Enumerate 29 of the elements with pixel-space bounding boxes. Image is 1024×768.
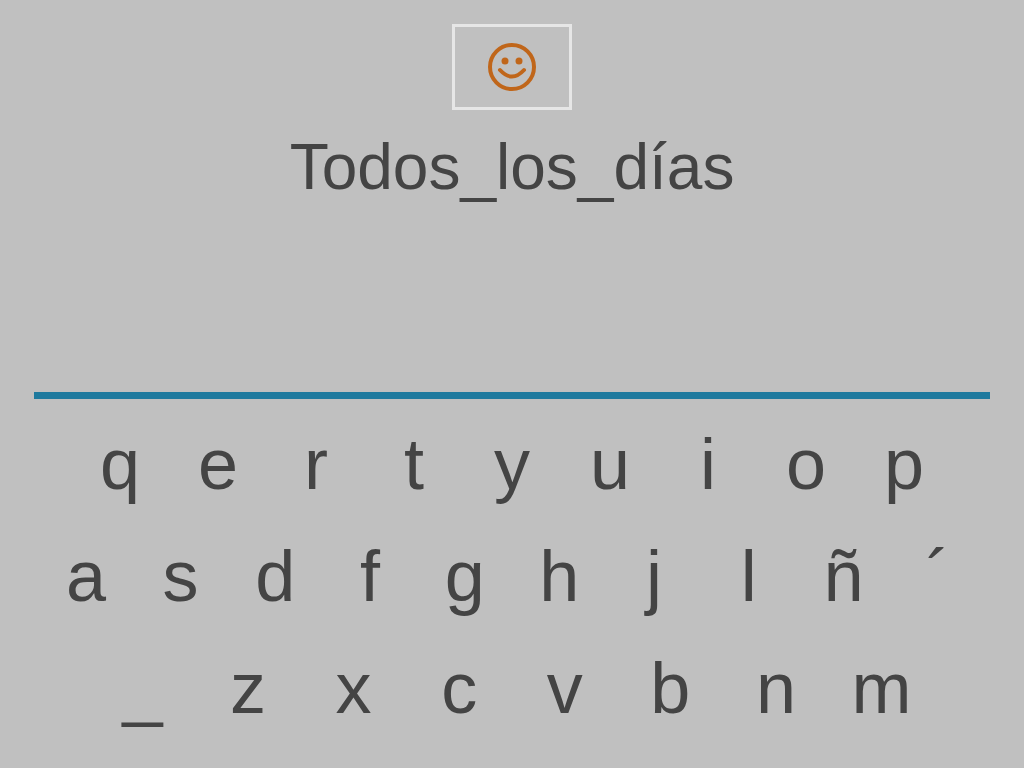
letter-key[interactable]: m bbox=[828, 638, 935, 738]
letter-key[interactable]: e bbox=[169, 414, 267, 514]
letter-key[interactable]: a bbox=[38, 526, 134, 626]
letter-key[interactable]: z bbox=[195, 638, 301, 738]
letter-key[interactable]: s bbox=[133, 526, 228, 626]
letter-key[interactable]: d bbox=[227, 526, 323, 626]
smiley-icon bbox=[486, 41, 538, 93]
letter-key[interactable]: q bbox=[71, 414, 169, 514]
letter-key[interactable]: p bbox=[855, 414, 953, 514]
letter-key[interactable]: r bbox=[267, 414, 365, 514]
letter-key[interactable]: o bbox=[757, 414, 855, 514]
letter-key[interactable]: i bbox=[659, 414, 757, 514]
letter-key[interactable]: t bbox=[365, 414, 463, 514]
letter-key[interactable]: f bbox=[322, 526, 418, 626]
letter-key[interactable]: _ bbox=[89, 638, 196, 738]
letter-key[interactable]: h bbox=[512, 526, 607, 626]
letter-key[interactable]: y bbox=[463, 414, 561, 514]
letter-key[interactable]: c bbox=[406, 638, 512, 738]
word-text: Todos_los_días bbox=[289, 132, 735, 202]
letter-key[interactable]: b bbox=[617, 638, 724, 738]
letter-key[interactable]: u bbox=[561, 414, 659, 514]
letter-key[interactable]: ´ bbox=[890, 526, 986, 626]
letter-key[interactable]: ñ bbox=[796, 526, 891, 626]
letter-key[interactable]: j bbox=[606, 526, 702, 626]
letter-key[interactable]: l bbox=[701, 526, 797, 626]
letter-key[interactable]: x bbox=[300, 638, 407, 738]
letter-key[interactable]: v bbox=[512, 638, 618, 738]
letter-key[interactable]: n bbox=[723, 638, 829, 738]
letter-key[interactable]: g bbox=[417, 526, 512, 626]
